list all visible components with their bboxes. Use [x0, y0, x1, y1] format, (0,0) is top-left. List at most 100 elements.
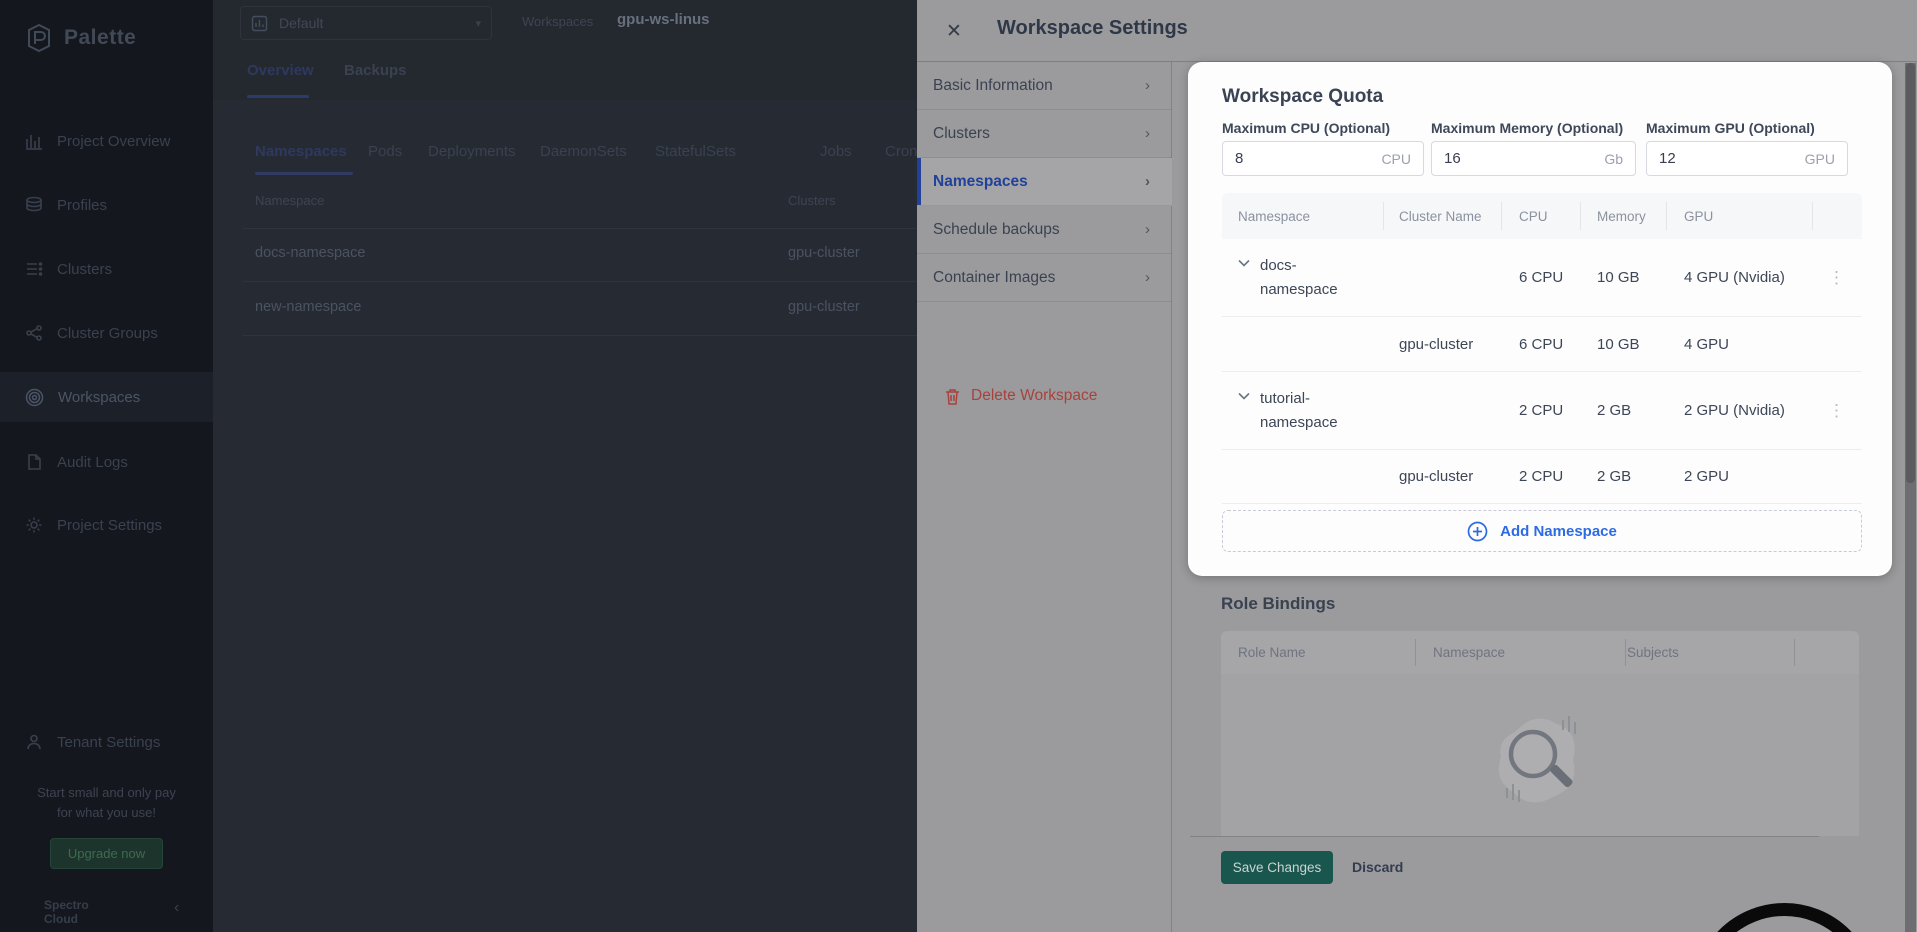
delete-workspace-button[interactable]: Delete Workspace	[917, 376, 1172, 416]
sidebar-item-label: Tenant Settings	[57, 734, 160, 751]
memory-value: 10 GB	[1580, 269, 1666, 286]
active-tab-underline	[247, 95, 309, 98]
modal-nav-container-images[interactable]: Container Images›	[917, 254, 1172, 302]
project-selector[interactable]: Default ▾	[240, 6, 492, 40]
chevron-down-icon: ▾	[475, 17, 481, 30]
cpu-value: 6 CPU	[1501, 269, 1580, 286]
upgrade-now-button[interactable]: Upgrade now	[50, 838, 163, 869]
add-namespace-label: Add Namespace	[1500, 523, 1617, 540]
role-bindings-title: Role Bindings	[1221, 594, 1335, 614]
kebab-menu-icon[interactable]: ⋮	[1812, 268, 1862, 288]
memory-value: 10 GB	[1580, 336, 1666, 353]
bg-row-cluster: gpu-cluster	[788, 245, 860, 261]
max-memory-label: Maximum Memory (Optional)	[1431, 120, 1623, 136]
chevron-down-icon[interactable]	[1238, 392, 1250, 400]
gpu-value: 4 GPU (Nvidia)	[1666, 269, 1812, 286]
col-memory: Memory	[1580, 209, 1666, 224]
app-sidebar: Palette Project Overview Profiles Cluste…	[0, 0, 213, 932]
modal-nav-clusters[interactable]: Clusters›	[917, 110, 1172, 158]
plus-circle-icon	[1467, 521, 1488, 542]
tab-overview[interactable]: Overview	[247, 62, 314, 79]
tab-backups[interactable]: Backups	[344, 62, 407, 79]
footer-divider	[1190, 836, 1819, 837]
col-cpu: CPU	[1501, 209, 1580, 224]
kebab-menu-icon[interactable]: ⋮	[1812, 401, 1862, 421]
sidebar-item-project-overview[interactable]: Project Overview	[0, 116, 213, 166]
sidebar-item-audit-logs[interactable]: Audit Logs	[0, 437, 213, 487]
cluster-name: gpu-cluster	[1383, 468, 1501, 485]
sidebar-item-label: Cluster Groups	[57, 325, 158, 342]
screen: Palette Project Overview Profiles Cluste…	[0, 0, 1917, 932]
sidebar-item-tenant-settings[interactable]: Tenant Settings	[0, 717, 213, 767]
col-subjects: Subjects	[1608, 645, 1777, 660]
chevron-down-icon[interactable]	[1238, 259, 1250, 267]
sidebar-item-label: Audit Logs	[57, 454, 128, 471]
max-cpu-unit: CPU	[1381, 151, 1411, 167]
workspace-settings-modal: ✕ Workspace Settings Basic Information› …	[917, 0, 1917, 932]
sidebar-collapse-icon[interactable]: ‹	[174, 899, 179, 917]
layers-icon	[25, 196, 43, 214]
sidebar-item-cluster-groups[interactable]: Cluster Groups	[0, 308, 213, 358]
discard-button[interactable]: Discard	[1352, 859, 1403, 875]
bg-row-namespace[interactable]: docs-namespace	[255, 245, 365, 261]
close-icon[interactable]: ✕	[941, 18, 967, 44]
modal-nav-label: Container Images	[933, 269, 1055, 287]
modal-nav-label: Namespaces	[933, 173, 1028, 191]
cpu-value: 2 CPU	[1501, 402, 1580, 419]
role-bindings-header: Role Name Namespace Subjects	[1221, 631, 1859, 674]
memory-value: 2 GB	[1580, 468, 1666, 485]
workspace-title: gpu-ws-linus	[617, 11, 710, 28]
cluster-name: gpu-cluster	[1383, 336, 1501, 353]
sidebar-item-workspaces[interactable]: Workspaces	[0, 372, 213, 422]
modal-nav-namespaces[interactable]: Namespaces ›	[917, 158, 1172, 206]
max-memory-input[interactable]: 16 Gb	[1431, 141, 1636, 176]
subtab-pods[interactable]: Pods	[368, 143, 402, 160]
delete-workspace-label: Delete Workspace	[971, 387, 1097, 405]
bar-chart-icon	[25, 132, 43, 150]
chevron-right-icon: ›	[1145, 77, 1150, 94]
sidebar-item-project-settings[interactable]: Project Settings	[0, 500, 213, 550]
max-gpu-value: 12	[1659, 150, 1676, 167]
save-changes-button[interactable]: Save Changes	[1221, 851, 1333, 884]
target-icon	[25, 388, 44, 407]
project-icon	[251, 15, 268, 32]
chevron-right-icon: ›	[1145, 125, 1150, 142]
modal-nav-basic-information[interactable]: Basic Information›	[917, 62, 1172, 110]
subtab-jobs[interactable]: Jobs	[820, 143, 852, 160]
chevron-right-icon: ›	[1145, 173, 1150, 190]
namespace-row: tutorial-namespace 2 CPU 2 GB 2 GPU (Nvi…	[1222, 372, 1862, 450]
brand-line1: Spectro	[44, 898, 89, 912]
col-gpu: GPU	[1666, 209, 1812, 224]
max-memory-value: 16	[1444, 150, 1461, 167]
magnifier-empty-icon	[1485, 702, 1595, 822]
modal-nav-schedule-backups[interactable]: Schedule backups›	[917, 206, 1172, 254]
active-subtab-underline	[255, 172, 353, 175]
subtab-statefulsets[interactable]: StatefulSets	[655, 143, 736, 160]
trash-icon	[945, 388, 960, 405]
bg-table-header-clusters: Clusters	[788, 193, 836, 208]
cpu-value: 6 CPU	[1501, 336, 1580, 353]
max-cpu-value: 8	[1235, 150, 1243, 167]
bg-row-namespace[interactable]: new-namespace	[255, 299, 361, 315]
memory-value: 2 GB	[1580, 402, 1666, 419]
max-cpu-input[interactable]: 8 CPU	[1222, 141, 1424, 176]
nodes-icon	[25, 324, 43, 342]
add-namespace-button[interactable]: Add Namespace	[1222, 510, 1862, 552]
namespace-quota-table: Namespace Cluster Name CPU Memory GPU d	[1222, 193, 1862, 504]
subtab-deployments[interactable]: Deployments	[428, 143, 516, 160]
quota-title: Workspace Quota	[1222, 86, 1383, 108]
brand-line2: Cloud	[44, 912, 89, 926]
cluster-subrow: gpu-cluster 2 CPU 2 GB 2 GPU	[1222, 450, 1862, 504]
user-icon	[25, 733, 43, 751]
max-gpu-input[interactable]: 12 GPU	[1646, 141, 1848, 176]
cpu-value: 2 CPU	[1501, 468, 1580, 485]
sidebar-item-clusters[interactable]: Clusters	[0, 244, 213, 294]
sidebar-item-profiles[interactable]: Profiles	[0, 180, 213, 230]
scrollbar-thumb[interactable]	[1906, 63, 1915, 483]
modal-scrollbar[interactable]	[1905, 63, 1916, 932]
subtab-namespaces[interactable]: Namespaces	[255, 143, 347, 160]
subtab-daemonsets[interactable]: DaemonSets	[540, 143, 627, 160]
sidebar-item-label: Project Settings	[57, 517, 162, 534]
col-cluster-name: Cluster Name	[1383, 209, 1501, 224]
col-role-name: Role Name	[1221, 645, 1415, 660]
